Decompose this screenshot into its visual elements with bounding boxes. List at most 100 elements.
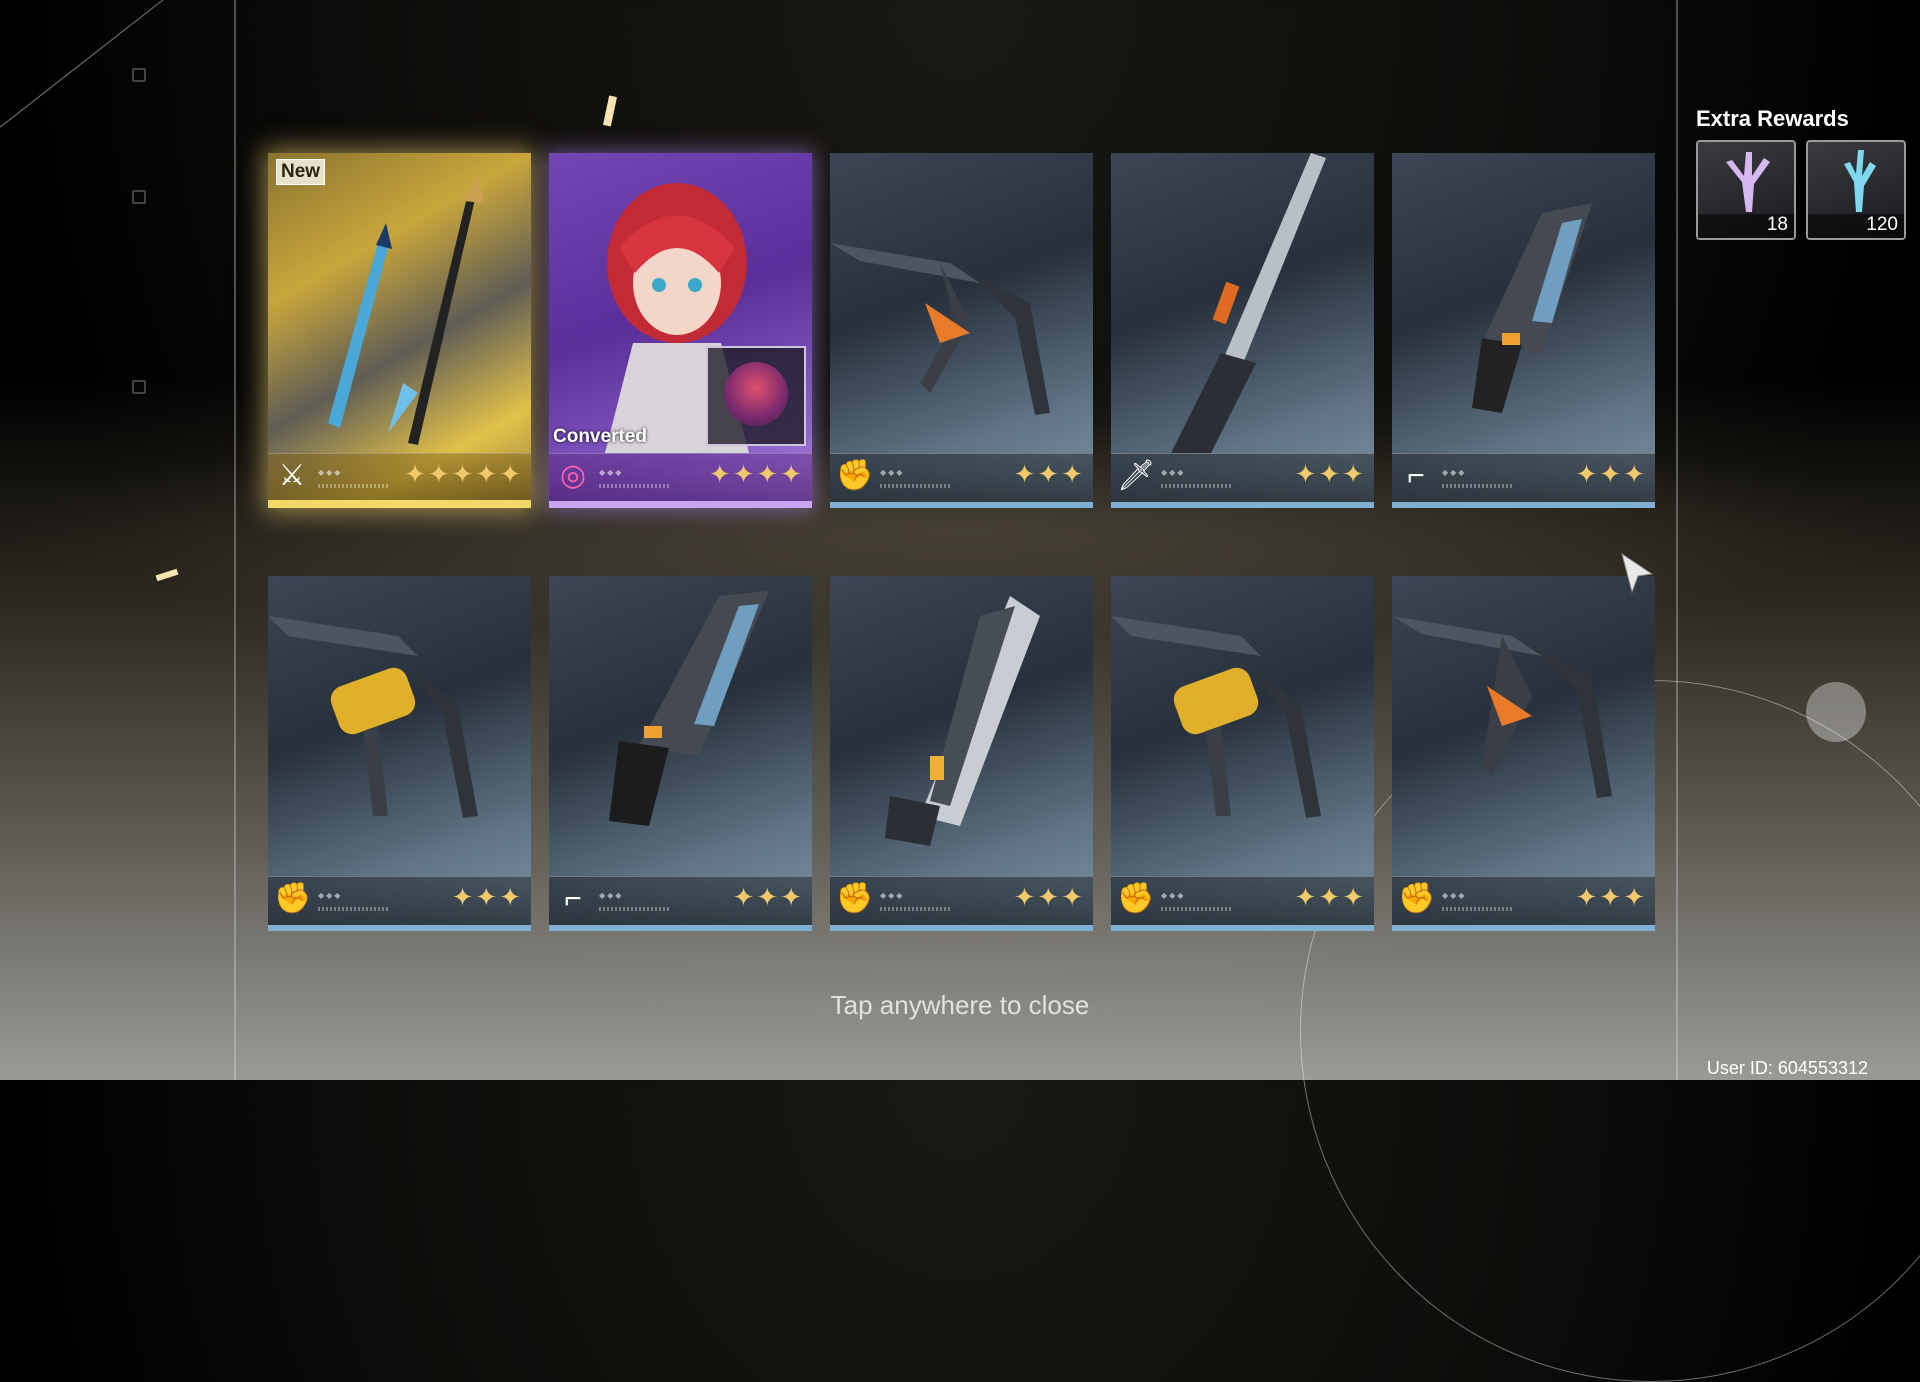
decor-tick	[132, 380, 146, 394]
card-footer: ✊ ◆◆◆ ✦✦✦	[1392, 876, 1655, 925]
decor-tick	[132, 190, 146, 204]
barcode-decor	[1161, 907, 1231, 911]
result-card[interactable]: 🗡 ◆◆◆ ✦✦✦	[1111, 153, 1374, 508]
card-footer: ⌐ ◆◆◆ ✦✦✦	[549, 876, 812, 925]
card-code-decor: ◆◆◆	[599, 469, 624, 478]
card-code-decor: ◆◆◆	[318, 892, 343, 901]
rarity-stripe	[268, 500, 531, 508]
broadblade-weapon-icon	[1171, 153, 1326, 453]
coral-icon	[1844, 150, 1876, 212]
pistol-weapon-icon	[1472, 203, 1592, 413]
pistol-type-icon: ⌐	[564, 882, 582, 915]
pistol-weapon-icon	[609, 591, 769, 826]
result-card[interactable]: ✊ ◆◆◆ ✦✦✦	[1111, 576, 1374, 931]
reward-quantity: 18	[1766, 214, 1788, 235]
rarity-stripe	[1111, 925, 1374, 931]
result-card[interactable]: ⌐ ◆◆◆ ✦✦✦	[1392, 153, 1655, 508]
gauntlet-type-icon: ✊	[1117, 882, 1155, 915]
cursor-icon	[1621, 552, 1654, 594]
result-card[interactable]: ✊ ◆◆◆ ✦✦✦	[830, 576, 1093, 931]
card-code-decor: ◆◆◆	[880, 892, 905, 901]
card-code-decor: ◆◆◆	[1442, 469, 1467, 478]
rarity-stars: ✦✦✦	[1013, 459, 1085, 489]
card-code-decor: ◆◆◆	[318, 469, 343, 478]
reward-quantity: 120	[1866, 214, 1898, 235]
card-footer: ⌐ ◆◆◆ ✦✦✦	[1392, 453, 1655, 502]
left-frame-line	[234, 0, 236, 1080]
result-card[interactable]: New ⚔ ◆◆◆ ✦✦✦✦✦	[268, 153, 531, 508]
extra-reward-item[interactable]: 18	[1696, 140, 1796, 240]
barcode-decor	[880, 907, 950, 911]
rectifier-weapon-icon	[885, 596, 1040, 846]
decor-diagonal-line	[0, 0, 239, 151]
pistol-type-icon: ⌐	[1407, 459, 1425, 492]
rarity-stripe	[1392, 502, 1655, 508]
rarity-stars: ✦✦✦	[1013, 882, 1085, 912]
rarity-stars: ✦✦✦	[451, 882, 523, 912]
gauntlet-type-icon: ✊	[1398, 882, 1436, 915]
rarity-stars: ✦✦✦	[732, 882, 804, 912]
card-footer: ✊ ◆◆◆ ✦✦✦	[830, 453, 1093, 502]
rarity-stripe	[1111, 502, 1374, 508]
barcode-decor	[318, 907, 388, 911]
card-code-decor: ◆◆◆	[599, 892, 624, 901]
extra-rewards-title: Extra Rewards	[1696, 106, 1849, 131]
card-footer: ⚔ ◆◆◆ ✦✦✦✦✦	[268, 453, 531, 502]
rarity-stripe	[830, 925, 1093, 931]
barcode-decor	[599, 484, 669, 488]
converted-label: Converted	[553, 426, 647, 447]
result-card[interactable]: ⌐ ◆◆◆ ✦✦✦	[549, 576, 812, 931]
user-id: User ID: 604553312	[1706, 1058, 1868, 1078]
gold-gauntlet-weapon-icon	[1111, 616, 1321, 818]
converted-item-icon	[706, 346, 806, 446]
sparkle-icon	[602, 95, 618, 127]
card-code-decor: ◆◆◆	[1161, 892, 1186, 901]
rarity-stripe	[268, 925, 531, 931]
card-code-decor: ◆◆◆	[880, 469, 905, 478]
barcode-decor	[1442, 484, 1512, 488]
card-footer: ✊ ◆◆◆ ✦✦✦	[830, 876, 1093, 925]
card-footer: 🗡 ◆◆◆ ✦✦✦	[1111, 453, 1374, 502]
rarity-stars: ✦✦✦	[1294, 459, 1366, 489]
card-footer: ✊ ◆◆◆ ✦✦✦	[1111, 876, 1374, 925]
card-footer: ✊ ◆◆◆ ✦✦✦	[268, 876, 531, 925]
barcode-decor	[1442, 907, 1512, 911]
havoc-element-icon: ◎	[559, 459, 587, 492]
gauntlet-weapon-icon	[1392, 616, 1612, 798]
gauntlet-weapon-icon	[830, 243, 1050, 415]
rarity-stripe	[549, 925, 812, 931]
rarity-stars: ✦✦✦	[1575, 459, 1647, 489]
gauntlet-type-icon: ✊	[274, 882, 312, 915]
pull-results-grid: New ⚔ ◆◆◆ ✦✦✦✦✦ Converted ◎ ◆◆◆ ✦✦✦✦ ✊ ◆…	[268, 153, 1656, 933]
result-card[interactable]: Converted ◎ ◆◆◆ ✦✦✦✦	[549, 153, 812, 508]
new-badge: New	[276, 159, 326, 185]
result-card[interactable]: ✊ ◆◆◆ ✦✦✦	[268, 576, 531, 931]
barcode-decor	[318, 484, 388, 488]
decor-tick	[132, 68, 146, 82]
gold-gauntlet-weapon-icon	[268, 616, 478, 818]
barcode-decor	[880, 484, 950, 488]
sword-type-icon: ⚔	[278, 459, 306, 492]
result-card[interactable]: ✊ ◆◆◆ ✦✦✦	[1392, 576, 1655, 931]
gauntlet-type-icon: ✊	[836, 459, 874, 492]
card-code-decor: ◆◆◆	[1161, 469, 1186, 478]
tap-to-close-hint[interactable]: Tap anywhere to close	[0, 990, 1920, 1021]
rarity-stars: ✦✦✦✦✦	[404, 459, 523, 489]
gauntlet-type-icon: ✊	[836, 882, 874, 915]
rarity-stars: ✦✦✦✦	[708, 459, 804, 489]
extra-reward-item[interactable]: 120	[1806, 140, 1906, 240]
rarity-stars: ✦✦✦	[1575, 882, 1647, 912]
rarity-stripe	[549, 501, 812, 508]
rarity-stripe	[830, 502, 1093, 508]
card-footer: ◎ ◆◆◆ ✦✦✦✦	[549, 453, 812, 502]
result-card[interactable]: ✊ ◆◆◆ ✦✦✦	[830, 153, 1093, 508]
decor-orb	[1806, 682, 1866, 742]
katana-weapon-icon	[328, 173, 484, 445]
rarity-stars: ✦✦✦	[1294, 882, 1366, 912]
lustrous-coral-icon	[1726, 152, 1770, 212]
barcode-decor	[1161, 484, 1231, 488]
card-code-decor: ◆◆◆	[1442, 892, 1467, 901]
rarity-stripe	[1392, 925, 1655, 931]
barcode-decor	[599, 907, 669, 911]
broadblade-type-icon: 🗡	[1117, 459, 1156, 492]
